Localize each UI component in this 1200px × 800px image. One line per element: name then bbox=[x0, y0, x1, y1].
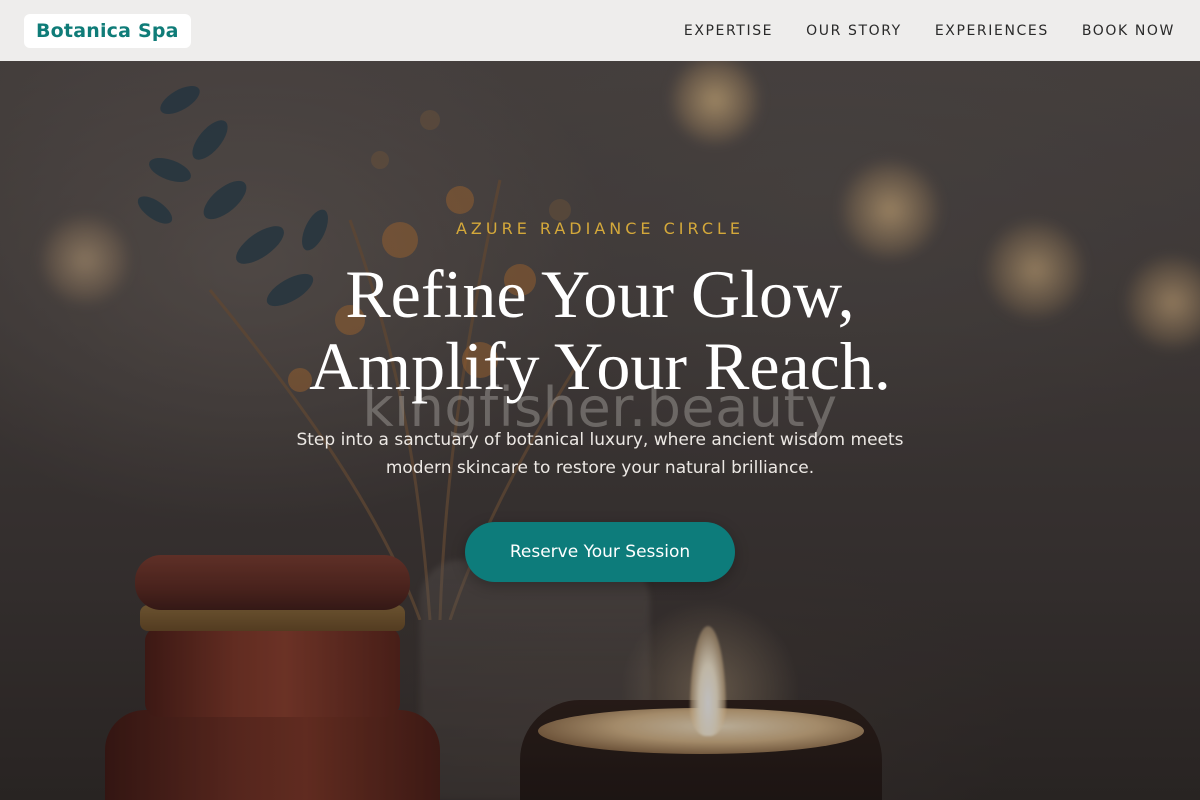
main-nav: EXPERTISE OUR STORY EXPERIENCES BOOK NOW bbox=[684, 23, 1176, 39]
brand-logo[interactable]: Botanica Spa bbox=[24, 13, 191, 48]
hero-description: Step into a sanctuary of botanical luxur… bbox=[250, 426, 950, 482]
nav-link-expertise[interactable]: EXPERTISE bbox=[684, 23, 773, 39]
site-header: Botanica Spa EXPERTISE OUR STORY EXPERIE… bbox=[0, 0, 1200, 61]
nav-link-our-story[interactable]: OUR STORY bbox=[806, 23, 902, 39]
reserve-session-button[interactable]: Reserve Your Session bbox=[465, 522, 735, 582]
nav-link-experiences[interactable]: EXPERIENCES bbox=[935, 23, 1049, 39]
hero-headline-line-2: Amplify Your Reach. bbox=[309, 328, 891, 404]
hero-description-line-1: Step into a sanctuary of botanical luxur… bbox=[296, 430, 904, 450]
hero-headline-line-1: Refine Your Glow, bbox=[345, 256, 855, 332]
hero-headline: Refine Your Glow, Amplify Your Reach. bbox=[0, 258, 1200, 402]
page: Botanica Spa EXPERTISE OUR STORY EXPERIE… bbox=[0, 0, 1200, 800]
hero-description-line-2: modern skincare to restore your natural … bbox=[385, 458, 815, 478]
hero-eyebrow: AZURE RADIANCE CIRCLE bbox=[455, 219, 745, 238]
hero-section: AZURE RADIANCE CIRCLE kingfisher.beauty … bbox=[0, 0, 1200, 800]
nav-link-book-now[interactable]: BOOK NOW bbox=[1082, 23, 1175, 39]
